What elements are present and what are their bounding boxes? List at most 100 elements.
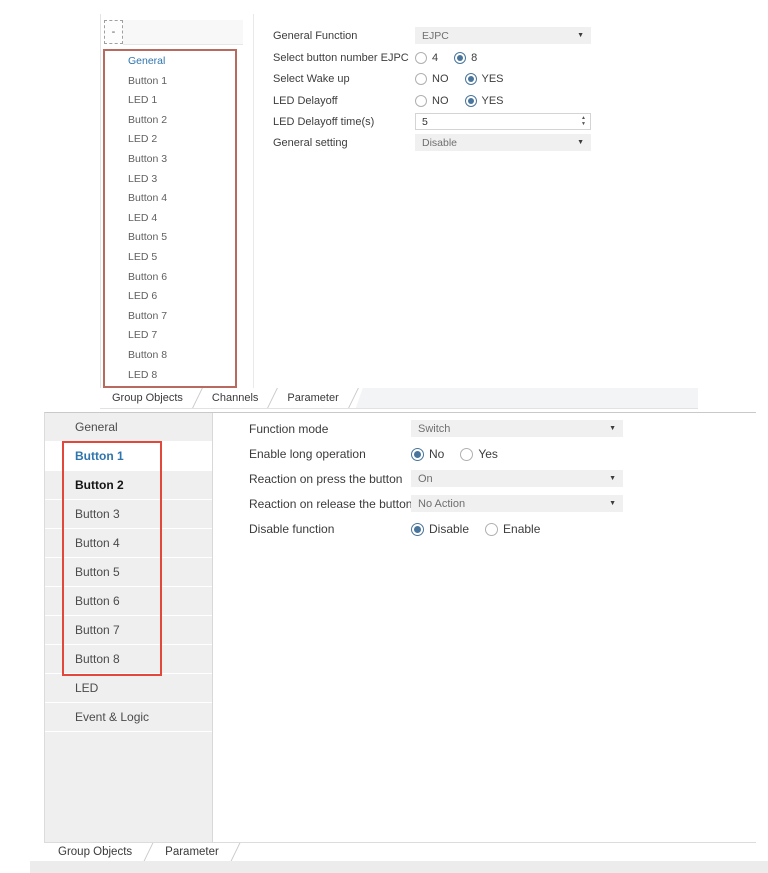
tree-item-button-4[interactable]: Button 4	[105, 189, 235, 209]
dropdown-value: On	[418, 473, 433, 485]
radio-selected-icon[interactable]	[454, 52, 466, 64]
radio-label: Disable	[429, 522, 469, 536]
param-label: General setting	[273, 137, 348, 149]
tree-item-button-2[interactable]: Button 2	[105, 111, 235, 131]
spin-down-icon[interactable]: ▼	[581, 122, 586, 127]
radio-option-4[interactable]: 4	[415, 52, 438, 64]
spinner-value: 5	[416, 116, 581, 128]
sidebar-item-led[interactable]: LED	[45, 674, 212, 702]
general-function-dropdown[interactable]: EJPC ▼	[415, 27, 591, 44]
tree-item-led-6[interactable]: LED 6	[105, 287, 235, 307]
radio-option-no[interactable]: No	[411, 447, 444, 461]
param-row-release-reaction: Reaction on release the button No Action…	[249, 495, 739, 513]
tree-item-button-5[interactable]: Button 5	[105, 228, 235, 248]
release-reaction-dropdown[interactable]: No Action ▼	[411, 495, 623, 512]
radio-selected-icon[interactable]	[465, 73, 477, 85]
tree-root-row	[123, 20, 243, 45]
tree-collapse-toggle[interactable]: -	[104, 20, 123, 44]
channel-tree-list: General Button 1 LED 1 Button 2 LED 2 Bu…	[105, 52, 235, 385]
general-setting-dropdown[interactable]: Disable ▼	[415, 134, 591, 151]
param-label: Function mode	[249, 422, 328, 436]
param-label: LED Delayoff	[273, 95, 338, 107]
chevron-down-icon: ▼	[577, 32, 584, 39]
press-reaction-dropdown[interactable]: On ▼	[411, 470, 623, 487]
tab-parameter[interactable]: Parameter	[275, 388, 350, 408]
tree-item-button-1[interactable]: Button 1	[105, 72, 235, 92]
radio-selected-icon[interactable]	[411, 523, 424, 536]
tree-item-button-3[interactable]: Button 3	[105, 150, 235, 170]
sidebar-item-button-1[interactable]: Button 1	[45, 442, 212, 470]
function-mode-dropdown[interactable]: Switch ▼	[411, 420, 623, 437]
radio-option-no[interactable]: NO	[415, 95, 449, 107]
param-row-delayoff-time: LED Delayoff time(s) 5 ▲ ▼	[273, 113, 693, 131]
tree-item-button-6[interactable]: Button 6	[105, 268, 235, 288]
parameter-panel: General Button 1 Button 2 Button 3 Butto…	[44, 412, 756, 843]
radio-option-disable[interactable]: Disable	[411, 522, 469, 536]
tab-parameter[interactable]: Parameter	[151, 843, 233, 861]
sidebar-item-button-5[interactable]: Button 5	[45, 558, 212, 586]
wake-up-radio-group: NO YES	[415, 70, 591, 88]
dropdown-value: EJPC	[422, 30, 449, 42]
tree-item-button-8[interactable]: Button 8	[105, 346, 235, 366]
param-row-disable-function: Disable function Disable Enable	[249, 520, 739, 538]
param-label: Select button number EJPC	[273, 52, 409, 64]
radio-icon[interactable]	[415, 73, 427, 85]
dropdown-value: Disable	[422, 137, 457, 149]
sidebar-item-event-logic[interactable]: Event & Logic	[45, 703, 212, 731]
radio-label: 8	[471, 52, 477, 64]
param-label: Reaction on press the button	[249, 472, 402, 486]
tree-item-led-5[interactable]: LED 5	[105, 248, 235, 268]
delayoff-time-spinner[interactable]: 5 ▲ ▼	[415, 113, 591, 130]
tree-item-led-2[interactable]: LED 2	[105, 130, 235, 150]
tree-item-led-1[interactable]: LED 1	[105, 91, 235, 111]
sidebar-item-button-3[interactable]: Button 3	[45, 500, 212, 528]
tree-item-general[interactable]: General	[105, 52, 235, 72]
chevron-down-icon: ▼	[577, 139, 584, 146]
radio-icon[interactable]	[485, 523, 498, 536]
tab-group-objects[interactable]: Group Objects	[44, 843, 146, 861]
radio-icon[interactable]	[415, 95, 427, 107]
radio-label: 4	[432, 52, 438, 64]
sidebar-item-button-6[interactable]: Button 6	[45, 587, 212, 615]
dropdown-value: No Action	[418, 498, 465, 510]
radio-option-yes[interactable]: YES	[465, 95, 504, 107]
radio-option-yes[interactable]: YES	[465, 73, 504, 85]
tree-item-led-4[interactable]: LED 4	[105, 209, 235, 229]
bottom-tab-bar: Group Objects Parameter	[44, 843, 364, 861]
radio-option-8[interactable]: 8	[454, 52, 477, 64]
long-operation-radio-group: No Yes	[411, 445, 623, 463]
chevron-down-icon: ▼	[609, 425, 616, 432]
parameter-sidebar: General Button 1 Button 2 Button 3 Butto…	[45, 413, 213, 842]
tab-channels[interactable]: Channels	[200, 388, 270, 408]
radio-icon[interactable]	[460, 448, 473, 461]
radio-label: Enable	[503, 522, 540, 536]
disable-function-radio-group: Disable Enable	[411, 520, 623, 538]
tree-item-led-3[interactable]: LED 3	[105, 170, 235, 190]
radio-selected-icon[interactable]	[465, 95, 477, 107]
radio-option-yes[interactable]: Yes	[460, 447, 498, 461]
dropdown-value: Switch	[418, 423, 450, 435]
radio-selected-icon[interactable]	[411, 448, 424, 461]
window-bottom-strip	[30, 861, 768, 873]
param-row-general-setting: General setting Disable ▼	[273, 134, 693, 152]
sidebar-item-button-2[interactable]: Button 2	[45, 471, 212, 499]
tab-group-objects[interactable]: Group Objects	[100, 388, 195, 408]
sidebar-filler	[45, 732, 212, 842]
sidebar-item-button-8[interactable]: Button 8	[45, 645, 212, 673]
led-delayoff-radio-group: NO YES	[415, 92, 591, 110]
tree-item-led-7[interactable]: LED 7	[105, 326, 235, 346]
radio-option-enable[interactable]: Enable	[485, 522, 540, 536]
radio-label: NO	[432, 73, 449, 85]
tab-bar-filler	[356, 388, 698, 408]
radio-option-no[interactable]: NO	[415, 73, 449, 85]
tree-item-led-8[interactable]: LED 8	[105, 366, 235, 386]
radio-icon[interactable]	[415, 52, 427, 64]
sidebar-item-general[interactable]: General	[45, 413, 212, 441]
tree-item-button-7[interactable]: Button 7	[105, 307, 235, 327]
sidebar-item-button-4[interactable]: Button 4	[45, 529, 212, 557]
param-row-function-mode: Function mode Switch ▼	[249, 420, 739, 438]
param-label: General Function	[273, 30, 357, 42]
radio-label: No	[429, 447, 444, 461]
param-row-press-reaction: Reaction on press the button On ▼	[249, 470, 739, 488]
sidebar-item-button-7[interactable]: Button 7	[45, 616, 212, 644]
